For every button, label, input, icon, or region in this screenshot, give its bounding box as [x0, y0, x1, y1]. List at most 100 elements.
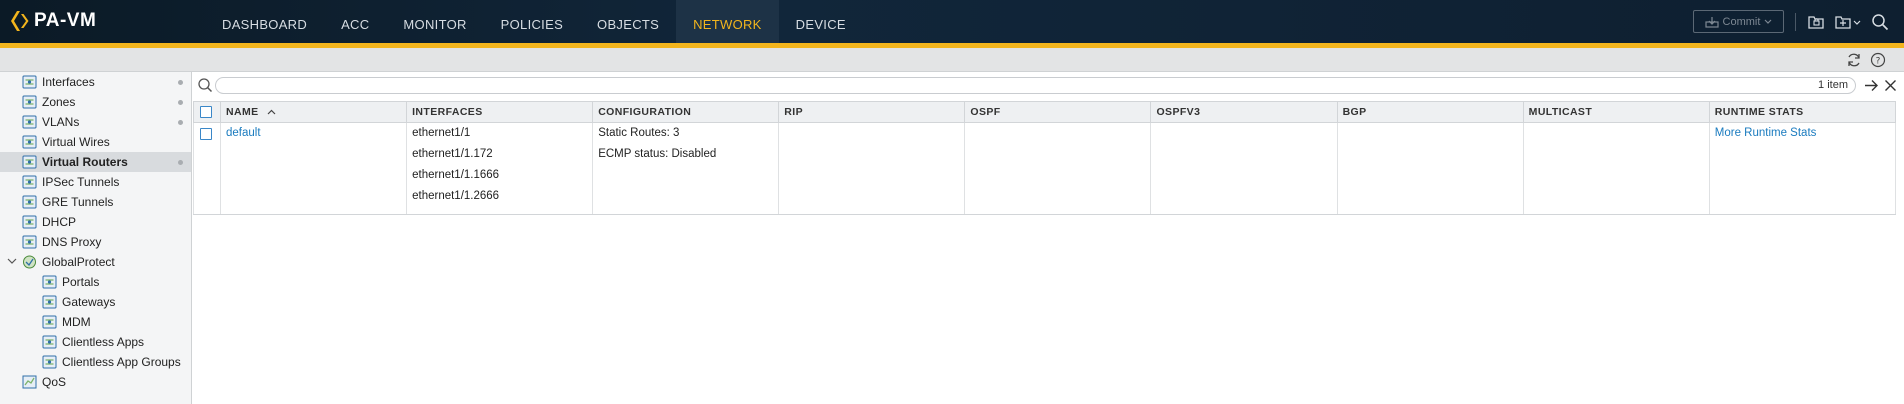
rip-cell: [778, 122, 966, 215]
sidebar-item-label: Clientless App Groups: [62, 355, 181, 369]
tab-monitor[interactable]: MONITOR: [386, 0, 483, 43]
interface-value: ethernet1/1: [412, 127, 471, 139]
router-name-link[interactable]: default: [226, 126, 401, 147]
ospf-cell: [964, 122, 1152, 215]
sidebar-item-label: QoS: [42, 375, 67, 389]
row-select-cell: [192, 122, 222, 215]
clientless-apps-icon: [42, 335, 57, 349]
sidebar-item-qos[interactable]: QoS: [0, 372, 191, 392]
column-header-runtime-stats[interactable]: RUNTIME STATS: [1708, 101, 1897, 123]
portals-icon: [42, 275, 57, 289]
sidebar-item-portals[interactable]: Portals: [0, 272, 191, 292]
dns-proxy-icon: [22, 235, 37, 249]
sidebar-item-zones[interactable]: Zones: [0, 92, 191, 112]
interfaces-cell: ethernet1/1 ethernet1/1.172 ethernet1/1.…: [406, 122, 594, 215]
column-header-multicast[interactable]: MULTICAST: [1522, 101, 1710, 123]
chevron-down-icon[interactable]: [7, 256, 17, 266]
sidebar-item-label: Zones: [42, 95, 76, 109]
commit-lock-icon[interactable]: [1804, 10, 1828, 34]
column-header-rip[interactable]: RIP: [778, 101, 966, 123]
column-header-ospf[interactable]: OSPF: [964, 101, 1152, 123]
help-icon[interactable]: ?: [1869, 51, 1887, 69]
sidebar-item-virtual-routers[interactable]: Virtual Routers: [0, 152, 191, 172]
filter-bar: 1 item: [193, 72, 1904, 100]
table-header-row: NAME INTERFACES CONFIGURATION RIP OSPF O…: [192, 101, 1897, 123]
sidebar-item-label: Virtual Routers: [42, 155, 128, 169]
ospfv3-cell: [1150, 122, 1338, 215]
interface-value: ethernet1/1.2666: [412, 190, 500, 202]
tab-policies[interactable]: POLICIES: [484, 0, 580, 43]
chevron-down-icon: [1765, 19, 1772, 24]
header-tools: Commit: [1693, 0, 1904, 43]
tab-device[interactable]: DEVICE: [779, 0, 863, 43]
sidebar-item-label: GRE Tunnels: [42, 195, 114, 209]
tab-network[interactable]: NETWORK: [676, 0, 779, 43]
sidebar-item-gateways[interactable]: Gateways: [0, 292, 191, 312]
column-header-name[interactable]: NAME: [220, 101, 408, 123]
secondary-toolbar: ?: [0, 48, 1904, 72]
sidebar-item-label: MDM: [62, 315, 91, 329]
column-header-ospfv3[interactable]: OSPFV3: [1150, 101, 1338, 123]
multicast-cell: [1522, 122, 1710, 215]
sidebar-item-dns-proxy[interactable]: DNS Proxy: [0, 232, 191, 252]
tab-objects[interactable]: OBJECTS: [580, 0, 676, 43]
sidebar-item-label: DHCP: [42, 215, 77, 229]
status-dot: [178, 160, 183, 165]
status-dot: [178, 120, 183, 125]
sidebar-item-label: IPSec Tunnels: [42, 175, 120, 189]
sidebar-item-interfaces[interactable]: Interfaces: [0, 72, 191, 92]
sidebar-item-mdm[interactable]: MDM: [0, 312, 191, 332]
clear-filter-icon[interactable]: [1884, 79, 1897, 92]
sidebar-item-label: VLANs: [42, 115, 80, 129]
clientless-app-groups-icon: [42, 355, 57, 369]
virtual-routers-table: NAME INTERFACES CONFIGURATION RIP OSPF O…: [192, 101, 1897, 215]
gateways-icon: [42, 295, 57, 309]
refresh-icon[interactable]: [1845, 51, 1863, 69]
apply-filter-icon[interactable]: [1864, 79, 1879, 92]
config-lock-icon[interactable]: [1832, 10, 1864, 34]
select-all-header: [192, 101, 222, 123]
sidebar-item-label: Virtual Wires: [42, 135, 110, 149]
sidebar-item-label: Interfaces: [42, 75, 95, 89]
sidebar-item-virtual-wires[interactable]: Virtual Wires: [0, 132, 191, 152]
sidebar-item-clientless-apps[interactable]: Clientless Apps: [0, 332, 191, 352]
column-header-bgp[interactable]: BGP: [1336, 101, 1524, 123]
table-row[interactable]: default ethernet1/1 ethernet1/1.172 ethe…: [192, 122, 1897, 215]
toolbar-divider: [1795, 12, 1796, 31]
sort-ascending-icon: [267, 109, 275, 115]
more-runtime-stats-link[interactable]: More Runtime Stats: [1715, 126, 1890, 147]
virtual-wires-icon: [22, 135, 37, 149]
commit-button[interactable]: Commit: [1693, 10, 1784, 33]
sidebar: Interfaces Zones VLANs Virtual Wires Virtual…: [0, 72, 192, 404]
gre-tunnels-icon: [22, 195, 37, 209]
logo: PA-VM: [10, 10, 96, 32]
tab-acc[interactable]: ACC: [324, 0, 386, 43]
column-header-interfaces[interactable]: INTERFACES: [406, 101, 594, 123]
main-panel: 1 item NAME INTERFACES CONFIGURATION RIP…: [192, 72, 1904, 404]
sidebar-item-label: Portals: [62, 275, 100, 289]
row-checkbox[interactable]: [200, 128, 212, 140]
dhcp-icon: [22, 215, 37, 229]
sidebar-item-globalprotect[interactable]: GlobalProtect: [0, 252, 191, 272]
name-cell: default: [220, 122, 408, 215]
sidebar-item-dhcp[interactable]: DHCP: [0, 212, 191, 232]
column-label: NAME: [226, 106, 259, 118]
column-header-configuration[interactable]: CONFIGURATION: [592, 101, 780, 123]
sidebar-item-gre-tunnels[interactable]: GRE Tunnels: [0, 192, 191, 212]
select-all-checkbox[interactable]: [200, 106, 212, 119]
main-tabs: DASHBOARD ACC MONITOR POLICIES OBJECTS NETWOR…: [205, 0, 863, 43]
runtime-stats-cell: More Runtime Stats: [1708, 122, 1897, 215]
sidebar-item-ipsec-tunnels[interactable]: IPSec Tunnels: [0, 172, 191, 192]
top-navigation-bar: PA-VM DASHBOARD ACC MONITOR POLICIES OBJECTS…: [0, 0, 1904, 43]
interface-value: ethernet1/1.1666: [412, 169, 500, 181]
search-icon[interactable]: [1868, 10, 1892, 34]
tab-dashboard[interactable]: DASHBOARD: [205, 0, 324, 43]
interface-value: ethernet1/1.172: [412, 148, 493, 160]
sidebar-item-vlans[interactable]: VLANs: [0, 112, 191, 132]
status-dot: [178, 100, 183, 105]
configuration-value: Static Routes: 3: [598, 127, 680, 139]
sidebar-item-clientless-app-groups[interactable]: Clientless App Groups: [0, 352, 191, 372]
interfaces-icon: [22, 75, 37, 89]
status-dot: [178, 80, 183, 85]
item-count-wrap: 1 item: [215, 77, 1856, 94]
